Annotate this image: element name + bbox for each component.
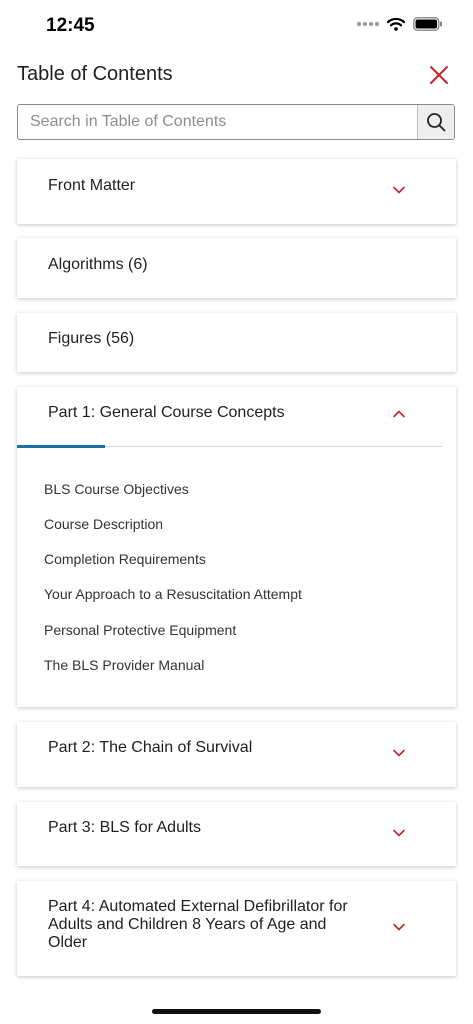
home-indicator[interactable]: [152, 1009, 321, 1014]
signal-dots-icon: [357, 22, 379, 26]
list-item[interactable]: Your Approach to a Resuscitation Attempt: [44, 586, 302, 602]
chevron-down-icon[interactable]: [392, 922, 406, 932]
toc-section-algorithms[interactable]: Algorithms (6): [17, 238, 456, 298]
status-bar: 12:45: [0, 0, 473, 54]
chevron-up-icon[interactable]: [392, 409, 406, 419]
list-item[interactable]: BLS Course Objectives: [44, 481, 189, 497]
section-label: Part 2: The Chain of Survival: [48, 739, 253, 756]
chevron-down-icon[interactable]: [392, 185, 406, 195]
status-icons: [357, 17, 443, 31]
search-button[interactable]: [417, 105, 454, 139]
tab-active-indicator: [17, 445, 105, 448]
section-label: Front Matter: [48, 177, 136, 194]
status-time: 12:45: [46, 15, 95, 36]
close-icon: [430, 66, 448, 84]
section-label: Part 1: General Course Concepts: [48, 404, 285, 421]
battery-icon: [413, 17, 442, 31]
toc-section-part-3[interactable]: Part 3: BLS for Adults: [17, 802, 456, 866]
toc-header: Table of Contents: [17, 60, 457, 92]
toc-section-front-matter[interactable]: Front Matter: [17, 159, 456, 224]
section-label: Part 3: BLS for Adults: [48, 819, 201, 836]
chevron-down-icon[interactable]: [392, 828, 406, 838]
toc-section-part-1: Part 1: General Course Concepts BLS Cour…: [17, 387, 456, 707]
list-item[interactable]: Course Description: [44, 516, 163, 532]
section-label: Figures (56): [48, 330, 135, 347]
close-button[interactable]: [426, 62, 452, 88]
toc-section-part-4[interactable]: Part 4: Automated External Defibrillator…: [17, 881, 456, 976]
chevron-down-icon[interactable]: [392, 748, 406, 758]
search-input[interactable]: [18, 105, 420, 139]
list-item[interactable]: Completion Requirements: [44, 551, 206, 567]
search-bar: [17, 104, 455, 140]
wifi-icon: [387, 17, 405, 31]
section-header[interactable]: Part 1: General Course Concepts: [17, 387, 456, 447]
toc-section-part-2[interactable]: Part 2: The Chain of Survival: [17, 722, 456, 787]
page-title: Table of Contents: [17, 63, 173, 85]
list-item[interactable]: Personal Protective Equipment: [44, 622, 236, 638]
section-label: Part 4: Automated External Defibrillator…: [48, 898, 348, 951]
search-icon: [427, 113, 446, 132]
toc-section-figures[interactable]: Figures (56): [17, 313, 456, 372]
list-item[interactable]: The BLS Provider Manual: [44, 657, 204, 673]
section-label: Algorithms (6): [48, 256, 148, 273]
